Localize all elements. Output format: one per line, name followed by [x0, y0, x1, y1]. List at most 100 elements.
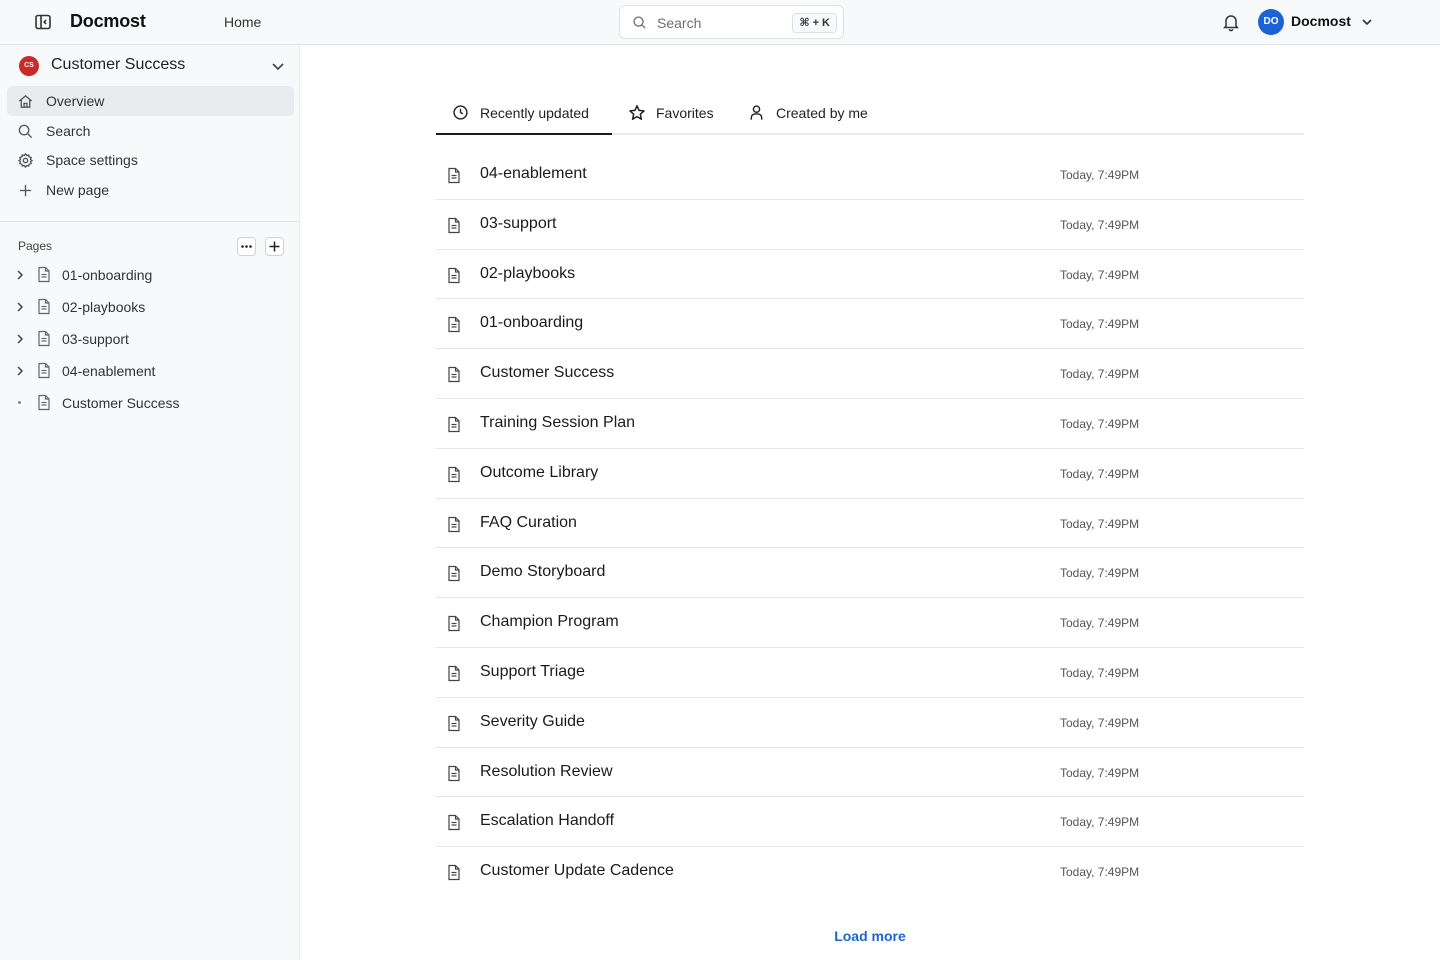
search-placeholder: Search — [657, 15, 702, 31]
dots-icon — [241, 245, 252, 248]
file-icon — [447, 665, 461, 682]
page-title: Customer Success — [480, 364, 615, 382]
chevron-right-icon[interactable] — [13, 364, 27, 378]
tree-item-label: 03-support — [62, 331, 129, 347]
file-icon — [447, 715, 461, 732]
sidebar-item-space-settings[interactable]: Space settings — [7, 145, 294, 175]
sidebar-item-label: New page — [46, 182, 110, 198]
tree-item[interactable]: Customer Success — [10, 389, 292, 417]
plus-icon — [269, 241, 280, 252]
sidebar-item-label: Overview — [46, 93, 105, 109]
chevron-right-icon[interactable] — [13, 268, 27, 282]
add-page-button[interactable] — [265, 237, 284, 256]
home-icon — [17, 93, 34, 110]
page-list-row[interactable]: 04-enablement Today, 7:49PM — [436, 150, 1304, 200]
space-switcher[interactable]: CS Customer Success — [8, 51, 292, 81]
file-icon — [37, 394, 51, 411]
page-list-row[interactable]: Training Session Plan Today, 7:49PM — [436, 399, 1304, 449]
tab-created-by-me[interactable]: Created by me — [732, 90, 882, 135]
page-list-row[interactable]: Severity Guide Today, 7:49PM — [436, 698, 1304, 748]
page-title: Champion Program — [480, 613, 619, 631]
divider — [0, 221, 300, 222]
page-list-row[interactable]: Demo Storyboard Today, 7:49PM — [436, 548, 1304, 599]
sidebar: CS Customer Success Overview Search Spac — [0, 45, 300, 960]
page-title: 02-playbooks — [480, 264, 576, 282]
top-header: Docmost Home Search ⌘ + K DO Docmost — [0, 0, 1440, 45]
page-updated-time: Today, 7:49PM — [1060, 815, 1140, 830]
file-icon — [447, 366, 461, 383]
tree-item-label: 02-playbooks — [62, 299, 146, 315]
space-name: Customer Success — [51, 56, 186, 73]
brand-logo[interactable]: Docmost — [70, 11, 146, 32]
tree-item-label: 04-enablement — [62, 363, 156, 379]
pages-section-label: Pages — [18, 239, 53, 253]
chevron-right-icon[interactable] — [13, 332, 27, 346]
page-title: 04-enablement — [480, 165, 587, 182]
page-title: Severity Guide — [480, 712, 585, 730]
file-icon — [447, 864, 461, 881]
page-updated-time: Today, 7:49PM — [1060, 416, 1140, 431]
tab-bar: Recently updated Favorites Created by me — [436, 90, 1304, 135]
page-title: Training Session Plan — [480, 413, 636, 431]
search-input[interactable]: Search ⌘ + K — [619, 5, 844, 39]
page-title: Support Triage — [480, 662, 585, 680]
chevron-down-icon — [1360, 15, 1374, 29]
sidebar-item-search[interactable]: Search — [7, 116, 294, 146]
tree-item[interactable]: 01-onboarding — [10, 261, 292, 289]
page-list-row[interactable]: Champion Program Today, 7:49PM — [436, 598, 1304, 648]
page-updated-time: Today, 7:49PM — [1060, 217, 1140, 232]
home-link[interactable]: Home — [224, 14, 261, 30]
file-icon — [447, 217, 461, 234]
sidebar-toggle-icon[interactable] — [33, 12, 53, 32]
file-icon — [37, 330, 51, 347]
page-list-row[interactable]: 02-playbooks Today, 7:49PM — [436, 250, 1304, 300]
page-title: 03-support — [480, 214, 557, 232]
page-list-row[interactable]: Escalation Handoff Today, 7:49PM — [436, 797, 1304, 848]
tree-item-label: 01-onboarding — [62, 267, 153, 283]
file-icon — [447, 416, 461, 433]
page-updated-time: Today, 7:49PM — [1060, 267, 1140, 282]
page-list-row[interactable]: Outcome Library Today, 7:49PM — [436, 449, 1304, 499]
page-title: Customer Update Cadence — [480, 862, 674, 880]
tab-favorites[interactable]: Favorites — [612, 90, 732, 135]
search-icon — [632, 15, 647, 30]
avatar: DO — [1258, 9, 1284, 35]
tree-item[interactable]: 03-support — [10, 325, 292, 353]
tab-recently-updated[interactable]: Recently updated — [436, 90, 612, 135]
page-updated-time: Today, 7:49PM — [1060, 865, 1140, 880]
page-updated-time: Today, 7:49PM — [1060, 765, 1140, 780]
page-updated-time: Today, 7:49PM — [1060, 317, 1140, 332]
chevron-down-icon — [270, 58, 286, 74]
page-title: Resolution Review — [480, 762, 613, 780]
file-icon — [447, 814, 461, 831]
page-list-row[interactable]: FAQ Curation Today, 7:49PM — [436, 499, 1304, 549]
chevron-right-icon[interactable] — [13, 300, 27, 314]
page-list-row[interactable]: Customer Success Today, 7:49PM — [436, 349, 1304, 399]
load-more-button[interactable]: Load more — [820, 928, 920, 944]
sidebar-item-overview[interactable]: Overview — [7, 86, 294, 116]
notifications-bell-icon[interactable] — [1221, 12, 1241, 32]
tree-item[interactable]: 04-enablement — [10, 357, 292, 385]
sidebar-item-new-page[interactable]: New page — [7, 175, 294, 205]
tab-label: Recently updated — [480, 105, 589, 121]
recent-pages-list: 04-enablement Today, 7:49PM 03-support Toda… — [436, 150, 1304, 897]
tree-item[interactable]: 02-playbooks — [10, 293, 292, 321]
page-title: 01-onboarding — [480, 314, 584, 332]
clock-icon — [452, 104, 469, 121]
page-updated-time: Today, 7:49PM — [1060, 665, 1140, 680]
page-title: FAQ Curation — [480, 513, 577, 531]
file-icon — [447, 316, 461, 333]
pages-more-button[interactable] — [237, 237, 256, 256]
page-list-row[interactable]: 01-onboarding Today, 7:49PM — [436, 299, 1304, 350]
page-list-row[interactable]: Customer Update Cadence Today, 7:49PM — [436, 847, 1304, 897]
page-list-row[interactable]: 03-support Today, 7:49PM — [436, 200, 1304, 250]
tab-label: Created by me — [776, 105, 868, 121]
search-icon — [17, 123, 34, 140]
file-icon — [37, 266, 51, 283]
page-updated-time: Today, 7:49PM — [1060, 566, 1140, 581]
tab-label: Favorites — [656, 105, 714, 121]
file-icon — [447, 267, 461, 284]
page-updated-time: Today, 7:49PM — [1060, 466, 1140, 481]
page-list-row[interactable]: Support Triage Today, 7:49PM — [436, 648, 1304, 698]
page-list-row[interactable]: Resolution Review Today, 7:49PM — [436, 748, 1304, 798]
